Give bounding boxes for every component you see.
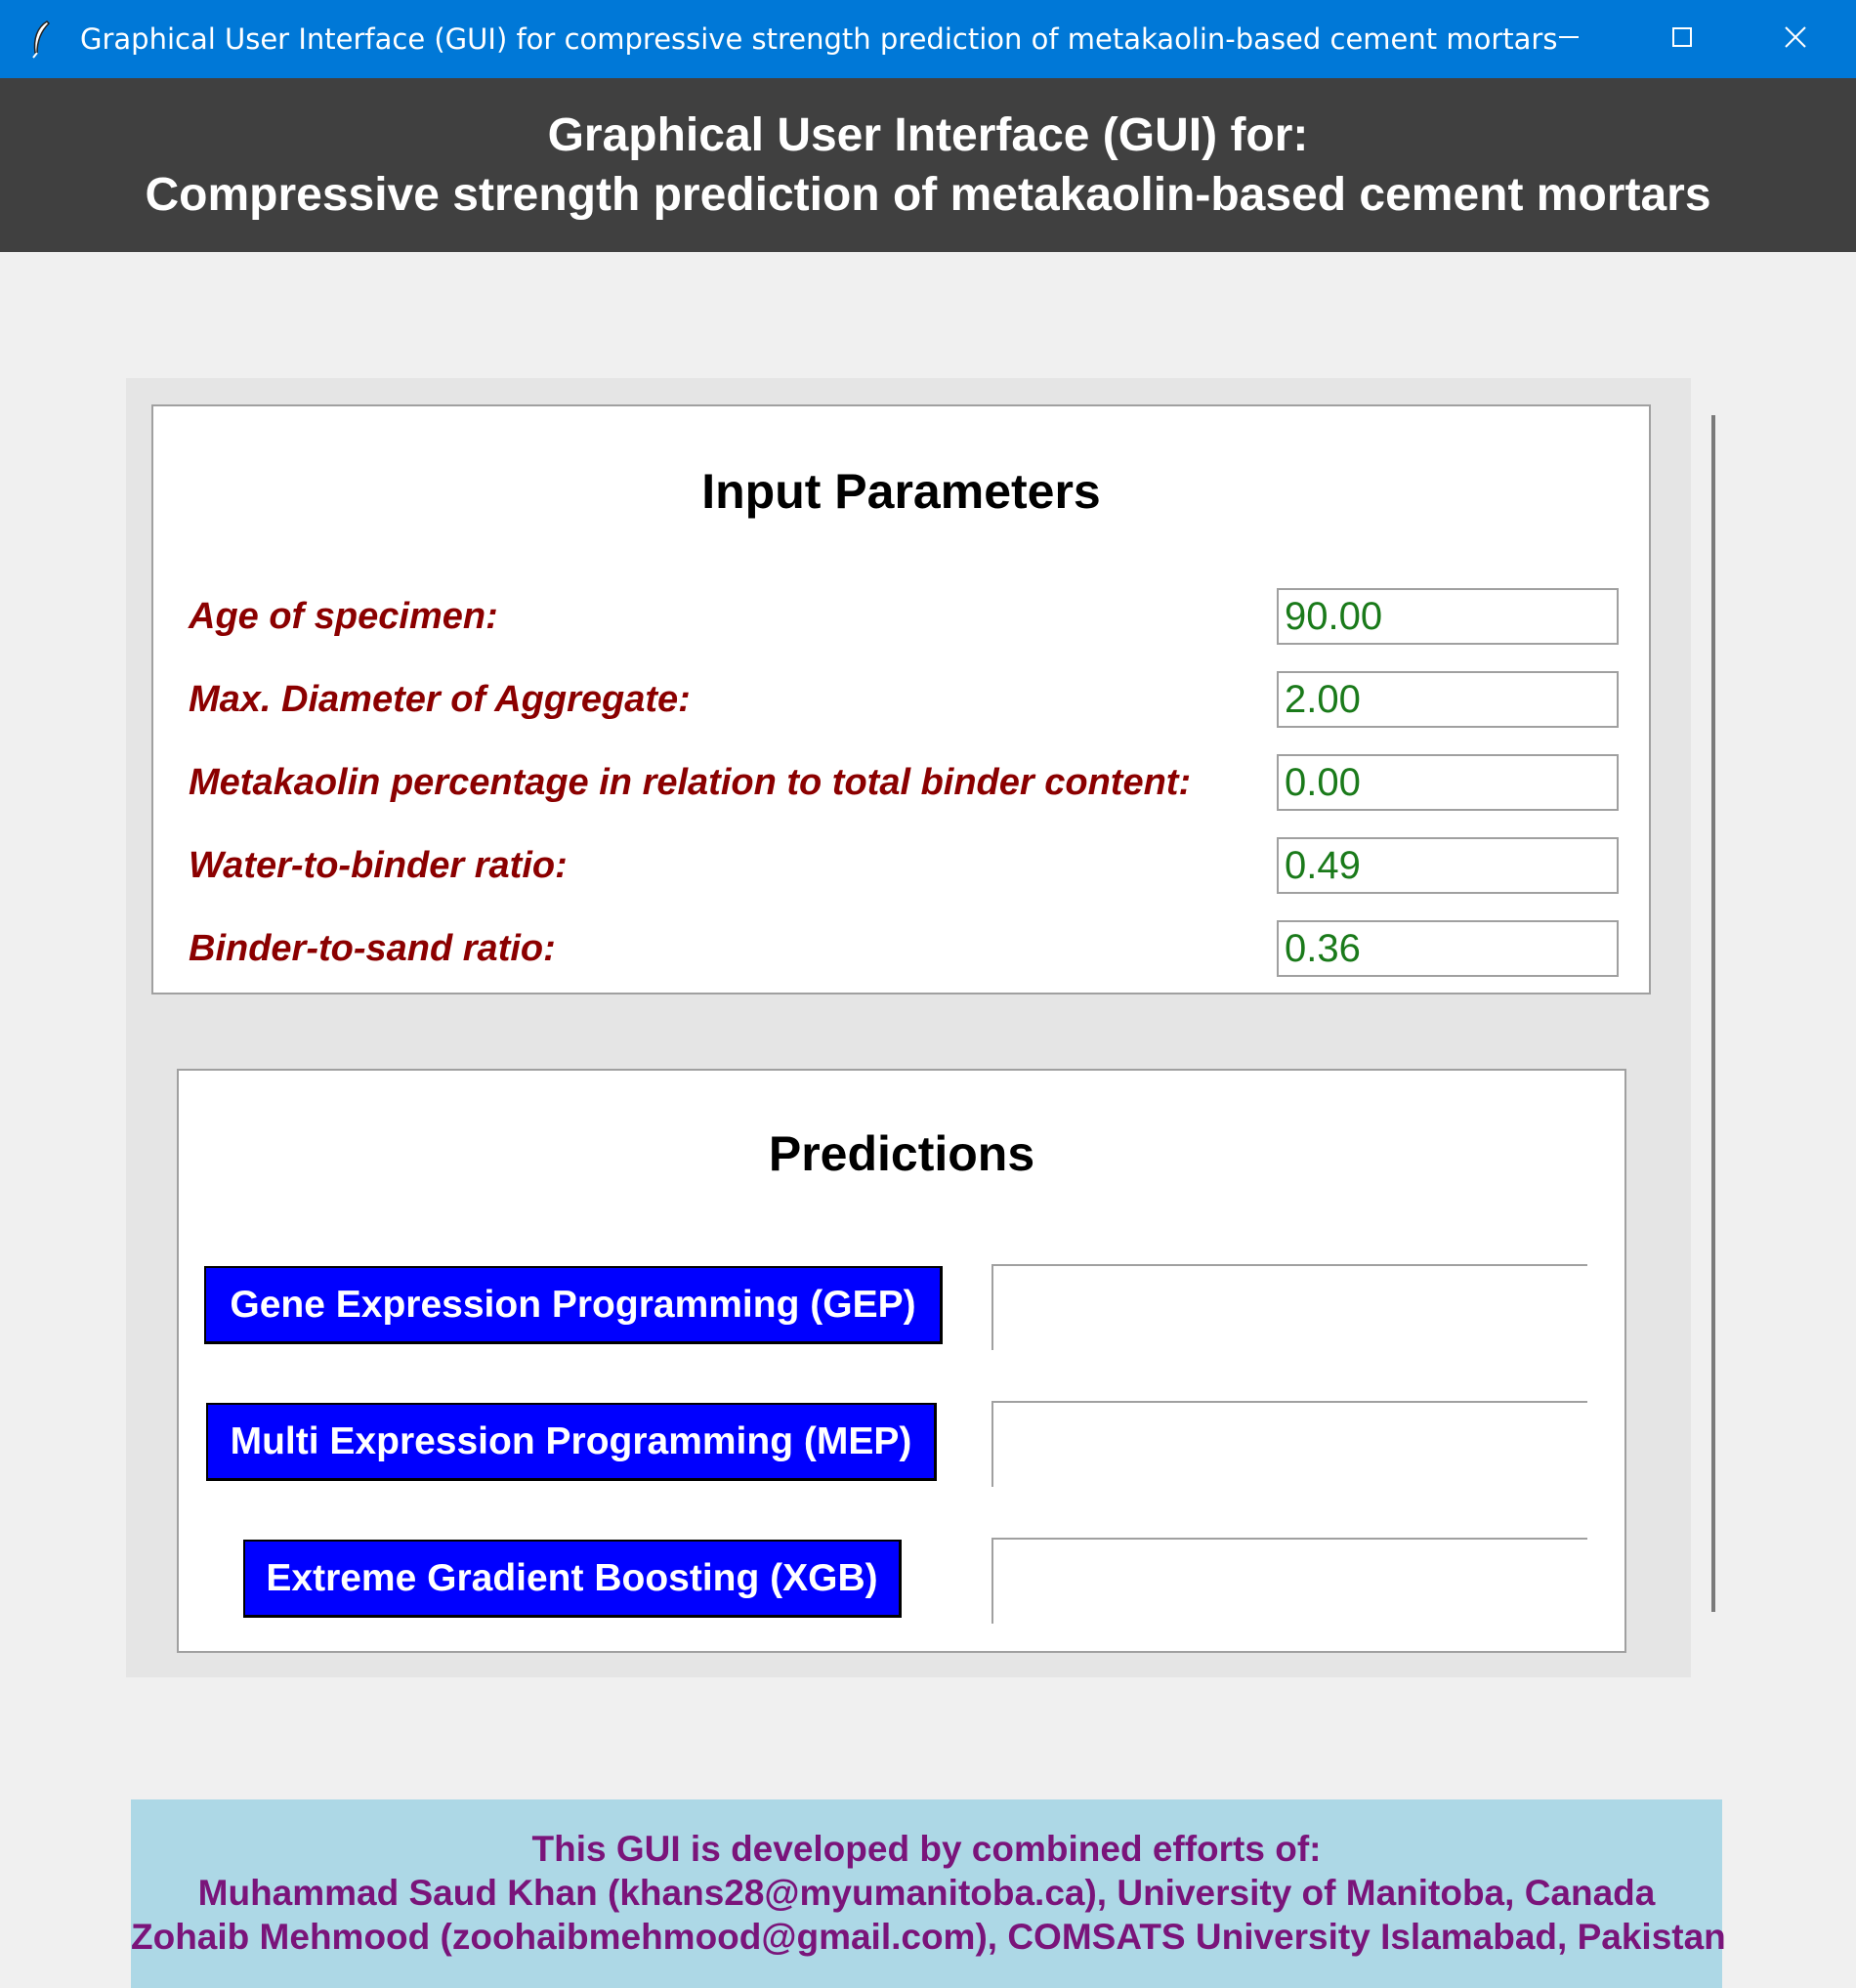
credits-author-2: Zohaib Mehmood (zoohaibmehmood@gmail.com… bbox=[131, 1917, 1726, 1957]
max-aggregate-diameter-input[interactable] bbox=[1277, 671, 1619, 728]
maximize-icon bbox=[1671, 26, 1693, 53]
xgb-button[interactable]: Extreme Gradient Boosting (XGB) bbox=[243, 1540, 902, 1618]
minimize-icon bbox=[1558, 26, 1580, 53]
water-to-binder-input[interactable] bbox=[1277, 837, 1619, 894]
mep-button[interactable]: Multi Expression Programming (MEP) bbox=[206, 1403, 937, 1481]
input-parameters-title: Input Parameters bbox=[701, 464, 1101, 519]
app-header: Graphical User Interface (GUI) for: Comp… bbox=[0, 78, 1856, 252]
binder-to-sand-label: Binder-to-sand ratio: bbox=[189, 928, 556, 969]
max-aggregate-diameter-label: Max. Diameter of Aggregate: bbox=[189, 679, 691, 720]
gep-button[interactable]: Gene Expression Programming (GEP) bbox=[204, 1266, 943, 1344]
window-title: Graphical User Interface (GUI) for compr… bbox=[80, 22, 1558, 56]
panel-scrollbar[interactable] bbox=[1711, 415, 1715, 1612]
age-label: Age of specimen: bbox=[189, 596, 498, 637]
header-title-line1: Graphical User Interface (GUI) for: bbox=[547, 109, 1309, 161]
input-parameters-panel: Input Parameters Age of specimen: Max. D… bbox=[151, 404, 1651, 994]
feather-icon bbox=[21, 20, 61, 59]
gep-result-field[interactable] bbox=[991, 1264, 1587, 1350]
predictions-title: Predictions bbox=[768, 1126, 1035, 1181]
water-to-binder-label: Water-to-binder ratio: bbox=[189, 845, 568, 886]
metakaolin-percentage-input[interactable] bbox=[1277, 754, 1619, 811]
credits-author-1: Muhammad Saud Khan (khans28@myumanitoba.… bbox=[197, 1873, 1656, 1913]
maximize-button[interactable] bbox=[1625, 0, 1739, 78]
metakaolin-percentage-label: Metakaolin percentage in relation to tot… bbox=[189, 762, 1192, 803]
mep-result-field[interactable] bbox=[991, 1401, 1587, 1487]
minimize-button[interactable] bbox=[1512, 0, 1625, 78]
binder-to-sand-input[interactable] bbox=[1277, 920, 1619, 977]
close-icon bbox=[1784, 25, 1807, 54]
xgb-result-field[interactable] bbox=[991, 1538, 1587, 1624]
age-input[interactable] bbox=[1277, 588, 1619, 645]
header-title-line2: Compressive strength prediction of metak… bbox=[145, 169, 1711, 221]
predictions-panel: Predictions Gene Expression Programming … bbox=[177, 1069, 1626, 1653]
close-button[interactable] bbox=[1739, 0, 1852, 78]
window-titlebar: Graphical User Interface (GUI) for compr… bbox=[0, 0, 1856, 78]
credits-banner: This GUI is developed by combined effort… bbox=[131, 1799, 1726, 1988]
credits-heading: This GUI is developed by combined effort… bbox=[531, 1829, 1322, 1869]
